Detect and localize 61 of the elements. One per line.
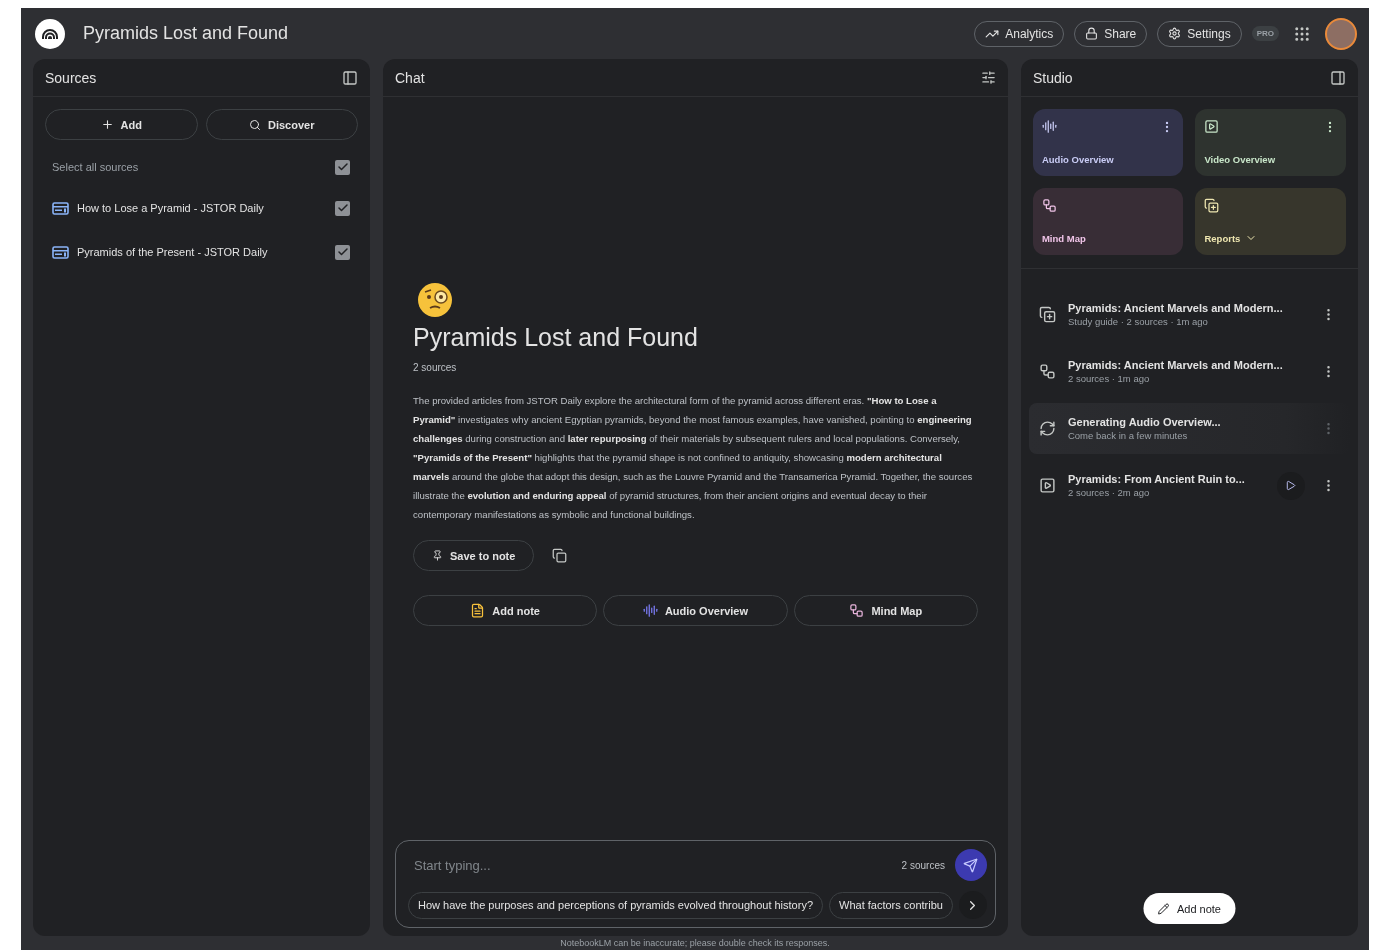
note-item[interactable]: Pyramids: Ancient Marvels and Modern... 2 sources · 1m ago xyxy=(1028,346,1350,397)
chat-input-box[interactable]: Start typing... 2 sources How have the purposes and perceptions of pyramids evolved throughout history? What factors contribu xyxy=(395,840,996,928)
next-button[interactable] xyxy=(958,891,987,919)
mind-map-icon xyxy=(1038,363,1056,380)
panel-title: Studio xyxy=(1032,69,1073,86)
pin-icon xyxy=(432,550,443,561)
disclaimer-text: NotebookLM can be inaccurate; please double check its responses. xyxy=(559,937,831,950)
lock-icon xyxy=(1085,27,1099,40)
mind-map-icon xyxy=(1041,198,1057,213)
send-button[interactable] xyxy=(954,849,987,881)
panel-title: Sources xyxy=(45,69,97,86)
report-icon xyxy=(1038,306,1056,323)
note-meta: Study guide · 2 sources · 1m ago xyxy=(1067,316,1209,327)
source-count: 2 sources xyxy=(413,362,458,373)
mind-map-icon xyxy=(849,603,865,618)
note-icon xyxy=(470,603,486,618)
note-meta: 2 sources · 1m ago xyxy=(1067,373,1151,384)
refresh-icon xyxy=(1038,420,1056,437)
source-count: 2 sources xyxy=(901,859,945,871)
note-title: Generating Audio Overview... xyxy=(1067,416,1222,428)
chat-input-field[interactable]: Start typing... xyxy=(408,853,892,877)
reports-tile[interactable]: Reports xyxy=(1195,188,1346,255)
audio-tile[interactable]: Audio Overview xyxy=(1032,109,1184,176)
note-item[interactable]: Pyramids: Ancient Marvels and Modern... Study guide · 2 sources · 1m ago xyxy=(1028,289,1350,340)
search-icon xyxy=(249,118,261,131)
checkbox[interactable] xyxy=(335,200,350,216)
send-icon xyxy=(963,857,979,873)
note-title: Pyramids: Ancient Marvels and Modern... xyxy=(1067,302,1284,314)
note-title: Pyramids: Ancient Marvels and Modern... xyxy=(1067,359,1284,371)
app-logo[interactable] xyxy=(35,18,65,49)
checkbox[interactable] xyxy=(335,244,350,260)
select-all-label: Select all sources xyxy=(52,161,140,173)
note-meta: Come back in a few minutes xyxy=(1067,430,1189,441)
notebook-heading: Pyramids Lost and Found xyxy=(413,323,699,352)
source-title[interactable]: How to Lose a Pyramid - JSTOR Daily xyxy=(77,202,327,214)
checkbox[interactable] xyxy=(335,159,350,175)
video-tile[interactable]: Video Overview xyxy=(1195,109,1346,176)
notebook-title: Pyramids Lost and Found xyxy=(83,23,290,44)
avatar[interactable] xyxy=(1325,17,1357,50)
note-item[interactable]: Pyramids: From Ancient Ruin to... 2 sources · 2m ago xyxy=(1028,460,1350,511)
report-icon xyxy=(1204,198,1220,213)
video-icon xyxy=(1038,477,1056,494)
pencil-icon xyxy=(1157,902,1170,915)
note-title: Pyramids: From Ancient Ruin to... xyxy=(1067,473,1246,485)
plus-icon xyxy=(100,118,114,131)
settings-icon xyxy=(1168,27,1182,40)
panel-title: Chat xyxy=(395,69,425,86)
add-note-button[interactable]: Add note xyxy=(1143,893,1235,924)
sound-wave-icon xyxy=(642,603,658,618)
video-icon xyxy=(1204,119,1220,134)
web-source-icon xyxy=(52,245,69,259)
sound-wave-icon xyxy=(1041,119,1057,134)
source-title[interactable]: Pyramids of the Present - JSTOR Daily xyxy=(77,246,327,258)
plan-badge: PRO xyxy=(1251,26,1279,41)
monocle-face-icon xyxy=(417,281,455,319)
summary-paragraph: The provided articles from JSTOR Daily explore the architectural form of the pyramid across different eras. "How to Lose a Pyramid" investigates why ancient Egyptian pyramids, beyond the most famous examples, have vanished, pointing to engineering challenges during construction and later repurposing of their materials by subsequent rulers and local populations. Conversely, "Pyramids of the Present" highlights that the pyramid shape is not confined to antiquity, showcasing modern architectural marvels around the globe that adopt this design, such as the Louvre Pyramid and the Transamerica Pyramid. Together, the sources illustrate the evolution and enduring appeal of pyramid structures, from their ancient origins and eventual decay to their contemporary manifestations as symbolic and functional buildings. xyxy=(413,394,974,522)
mindmap-tile[interactable]: Mind Map xyxy=(1032,188,1184,255)
play-icon xyxy=(1285,480,1297,491)
web-source-icon xyxy=(52,201,69,215)
note-meta: 2 sources · 2m ago xyxy=(1067,487,1151,498)
play-button[interactable] xyxy=(1276,471,1305,500)
